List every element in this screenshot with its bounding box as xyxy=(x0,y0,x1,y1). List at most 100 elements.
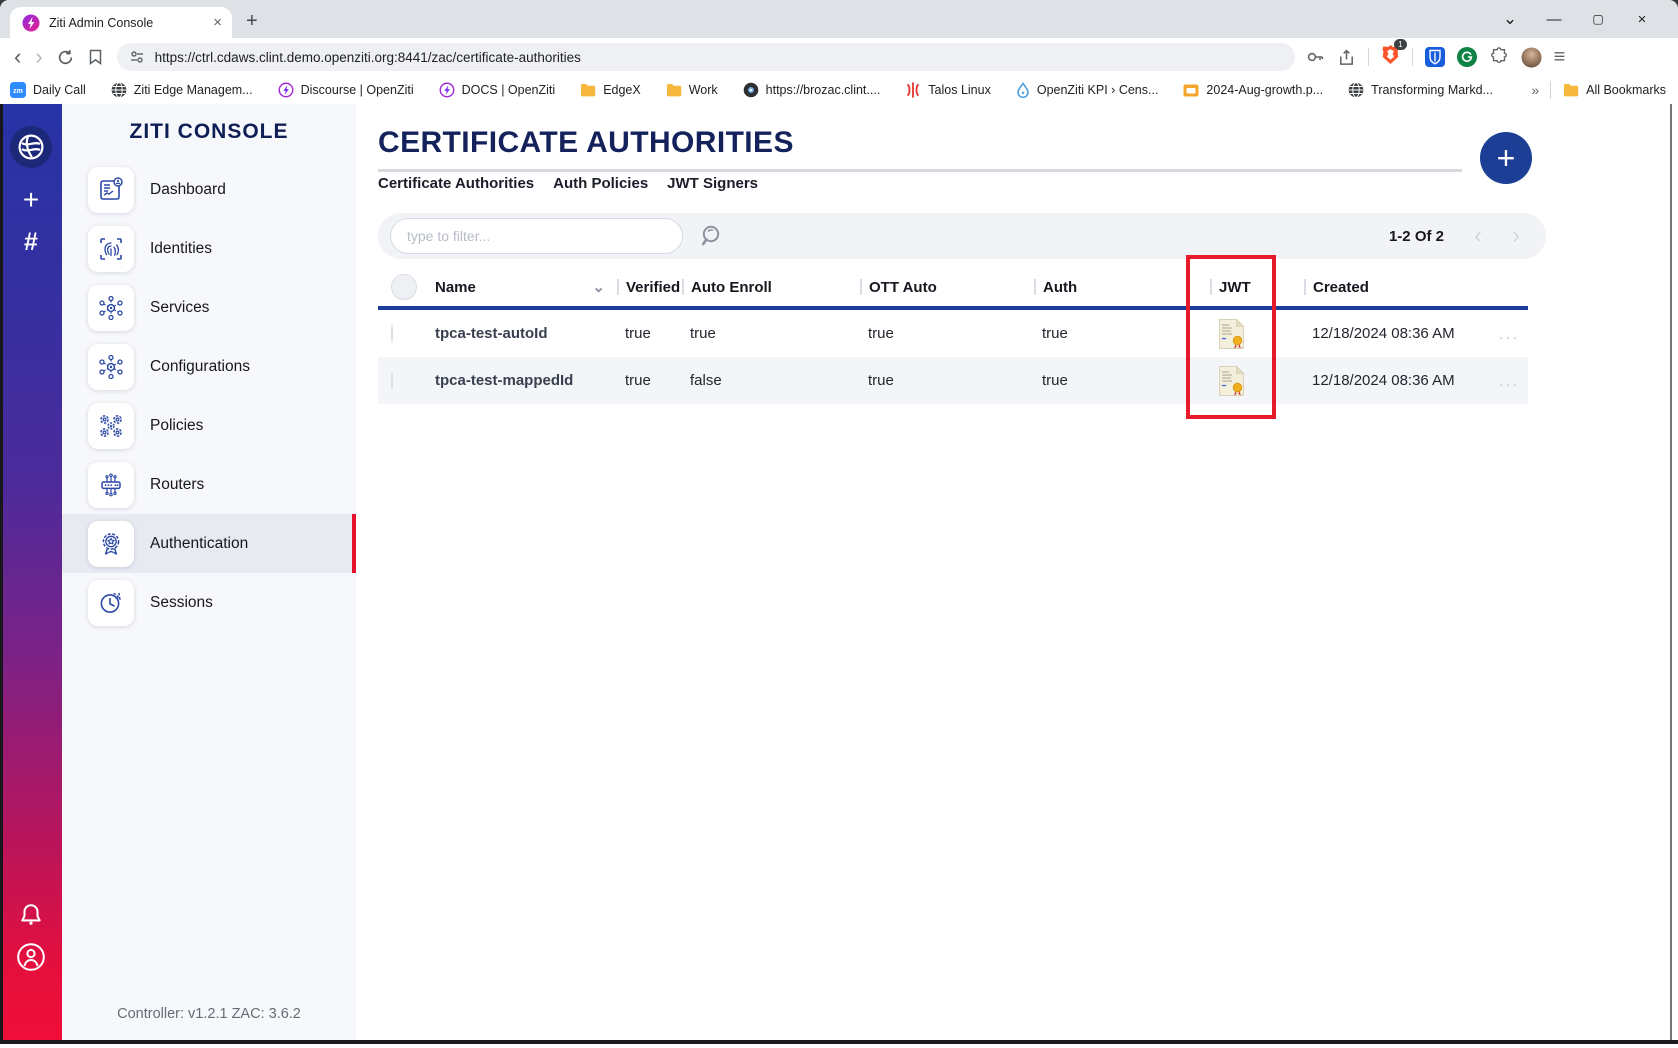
filter-input[interactable] xyxy=(390,218,683,254)
bookmark-discourse-openziti[interactable]: Discourse | OpenZiti xyxy=(278,82,414,98)
all-bookmarks-button[interactable]: All Bookmarks xyxy=(1563,83,1666,97)
password-key-icon[interactable] xyxy=(1305,47,1325,67)
row-menu-icon[interactable]: ... xyxy=(1490,324,1528,344)
sidebar-menu: Dashboard Identities Services xyxy=(62,160,356,632)
title-divider xyxy=(378,169,1462,172)
sort-chevron-icon[interactable]: ⌄ xyxy=(592,278,605,296)
bookmark-work-folder[interactable]: Work xyxy=(666,83,718,97)
bookmark-openziti-kpi[interactable]: OpenZiti KPI › Cens... xyxy=(1016,82,1159,98)
bookmarks-overflow-icon[interactable]: » xyxy=(1531,82,1538,98)
sidebar-item-configurations[interactable]: Configurations xyxy=(62,337,356,396)
sidebar-item-sessions[interactable]: Sessions xyxy=(62,573,356,632)
bookmark-brozac[interactable]: https://brozac.clint.... xyxy=(743,82,881,98)
page-next-icon[interactable]: › xyxy=(1512,224,1520,248)
close-button[interactable]: × xyxy=(1620,11,1664,28)
new-tab-button[interactable]: + xyxy=(246,10,258,33)
tab-title: Ziti Admin Console xyxy=(49,16,213,30)
sidebar-item-label: Sessions xyxy=(150,594,213,612)
column-created[interactable]: Created xyxy=(1304,279,1490,296)
profile-avatar[interactable] xyxy=(1521,47,1542,68)
row-checkbox[interactable] xyxy=(391,371,393,390)
select-all-checkbox[interactable] xyxy=(391,274,417,300)
folder-icon xyxy=(580,83,596,97)
back-button[interactable]: ‹ xyxy=(14,46,21,68)
table-row[interactable]: tpca-test-autoId true true true true 12/… xyxy=(378,310,1528,357)
network-icon xyxy=(88,344,134,390)
divider xyxy=(1368,48,1369,66)
tab-certificate-authorities[interactable]: Certificate Authorities xyxy=(378,175,534,192)
share-icon[interactable] xyxy=(1337,48,1356,67)
notifications-bell-icon[interactable] xyxy=(18,902,44,928)
page-title: CERTIFICATE AUTHORITIES xyxy=(378,126,794,160)
bitwarden-extension-icon[interactable] xyxy=(1425,47,1445,67)
grammarly-extension-icon[interactable] xyxy=(1457,47,1477,67)
bookmark-ziti-edge[interactable]: Ziti Edge Managem... xyxy=(111,82,253,98)
award-icon xyxy=(88,521,134,567)
browser-menu-icon[interactable]: ≡ xyxy=(1554,46,1566,69)
search-button[interactable] xyxy=(699,223,725,249)
sidebar-item-authentication[interactable]: Authentication xyxy=(62,514,356,573)
bookmark-talos-linux[interactable]: Talos Linux xyxy=(905,82,991,98)
ott-auto-value: true xyxy=(860,325,1034,342)
bookmark-this-button[interactable] xyxy=(88,49,103,65)
tab-auth-policies[interactable]: Auth Policies xyxy=(553,175,648,192)
bookmark-docs-openziti[interactable]: DOCS | OpenZiti xyxy=(439,82,556,98)
forward-button[interactable]: › xyxy=(35,46,42,68)
browser-tab[interactable]: Ziti Admin Console × xyxy=(10,7,232,38)
brave-shield-button[interactable]: 1 xyxy=(1381,44,1400,70)
bookmark-daily-call[interactable]: zm Daily Call xyxy=(10,82,86,98)
sidebar-item-policies[interactable]: Policies xyxy=(62,396,356,455)
bookmark-2024-aug-growth[interactable]: 2024-Aug-growth.p... xyxy=(1183,83,1323,97)
auto-enroll-value: false xyxy=(682,372,860,389)
version-label: Controller: v1.2.1 ZAC: 3.6.2 xyxy=(62,1006,356,1022)
sidebar-item-routers[interactable]: Routers xyxy=(62,455,356,514)
droplet-icon xyxy=(1016,82,1030,98)
tab-close-icon[interactable]: × xyxy=(213,15,222,30)
ca-name[interactable]: tpca-test-mappedId xyxy=(430,372,617,389)
zoom-icon: zm xyxy=(10,82,26,98)
row-checkbox[interactable] xyxy=(391,324,393,343)
row-menu-icon[interactable]: ... xyxy=(1490,371,1528,391)
sidebar-item-identities[interactable]: Identities xyxy=(62,219,356,278)
column-ott-auto[interactable]: OTT Auto xyxy=(860,279,1034,296)
bookmark-transforming-markdown[interactable]: Transforming Markd... xyxy=(1348,82,1493,98)
minimize-button[interactable]: — xyxy=(1532,11,1576,28)
plus-icon: + xyxy=(1497,142,1516,174)
maximize-button[interactable]: ▢ xyxy=(1576,12,1620,26)
sidebar-item-services[interactable]: Services xyxy=(62,278,356,337)
column-divider xyxy=(860,279,862,295)
address-bar[interactable]: https://ctrl.cdaws.clint.demo.openziti.o… xyxy=(117,43,1295,71)
column-auto-enroll[interactable]: Auto Enroll xyxy=(682,279,860,296)
globe-icon xyxy=(1348,82,1364,98)
clock-icon xyxy=(88,580,134,626)
filter-toolbar: 1-2 Of 2 ‹ › xyxy=(378,213,1546,259)
window-bottom-edge xyxy=(0,1040,1678,1044)
tab-search-icon[interactable]: ⌄ xyxy=(1488,9,1532,29)
gears-icon xyxy=(88,403,134,449)
add-certificate-authority-button[interactable]: + xyxy=(1480,132,1532,184)
verified-value: true xyxy=(617,372,682,389)
page-scrollbar[interactable] xyxy=(1670,104,1678,1044)
column-verified[interactable]: Verified xyxy=(617,279,682,296)
bookmark-edgex-folder[interactable]: EdgeX xyxy=(580,83,641,97)
search-icon xyxy=(699,223,725,249)
rail-hash-button[interactable]: # xyxy=(24,228,38,257)
account-icon[interactable] xyxy=(16,942,46,972)
dashboard-icon xyxy=(88,167,134,213)
reload-button[interactable] xyxy=(57,49,74,66)
table-row[interactable]: tpca-test-mappedId true false true true … xyxy=(378,357,1528,404)
tab-jwt-signers[interactable]: JWT Signers xyxy=(667,175,758,192)
column-auth[interactable]: Auth xyxy=(1034,279,1210,296)
zac-app: + # ZITI CONSOLE Dashboard xyxy=(0,104,1678,1044)
column-name[interactable]: Name⌄ xyxy=(430,278,617,296)
rail-add-button[interactable]: + xyxy=(23,184,39,216)
column-divider xyxy=(1034,279,1036,295)
svg-text:zm: zm xyxy=(13,88,23,95)
ziti-logo-button[interactable] xyxy=(10,126,52,168)
sidebar-item-dashboard[interactable]: Dashboard xyxy=(62,160,356,219)
page-prev-icon[interactable]: ‹ xyxy=(1474,224,1482,248)
ca-name[interactable]: tpca-test-autoId xyxy=(430,325,617,342)
main-content: CERTIFICATE AUTHORITIES + Certificate Au… xyxy=(356,104,1678,1044)
column-divider xyxy=(682,279,684,295)
extensions-puzzle-icon[interactable] xyxy=(1489,47,1509,67)
